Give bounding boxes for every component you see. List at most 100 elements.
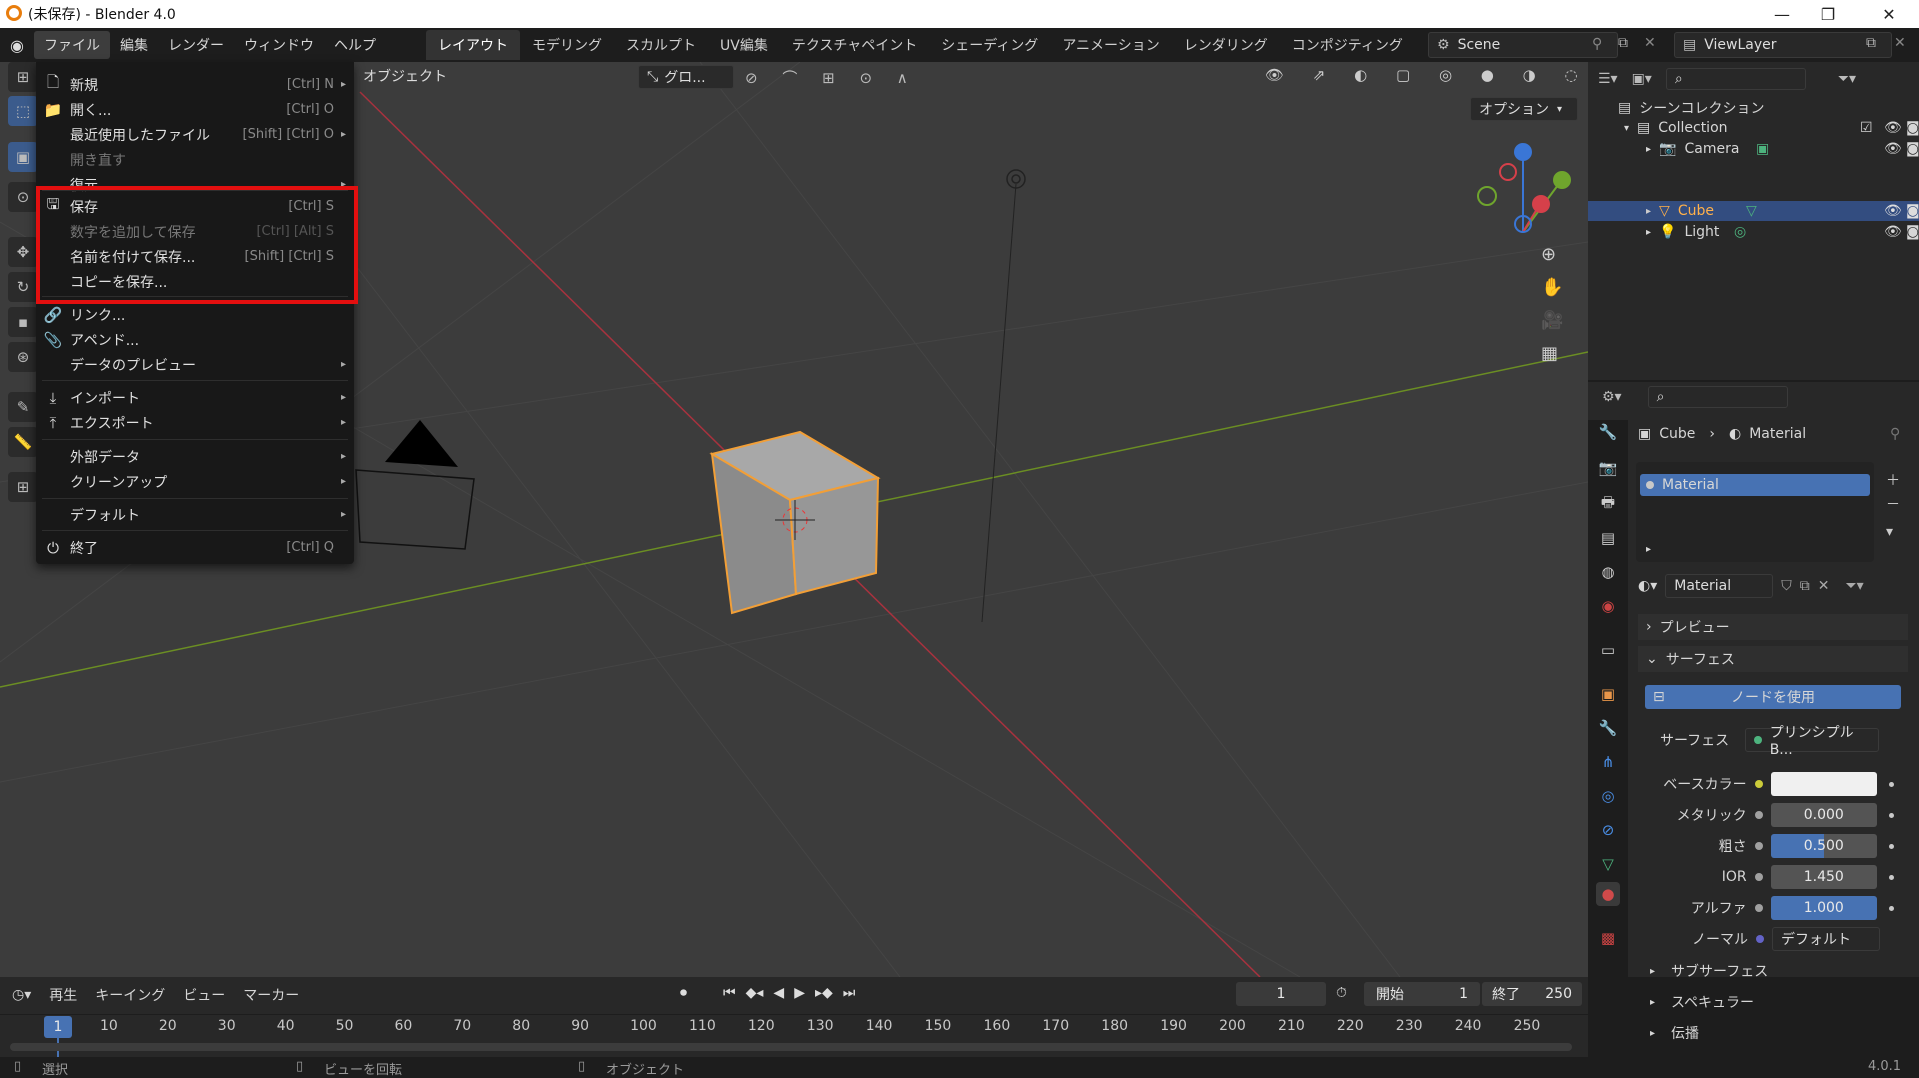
menu-item-data-preview[interactable]: データのプレビュー ▸ bbox=[36, 352, 354, 377]
zoom-icon[interactable]: ⊕ bbox=[1541, 244, 1563, 265]
duplicate-material-icon[interactable]: ⧉ bbox=[1800, 578, 1810, 594]
menu-edit[interactable]: 編集 bbox=[110, 31, 158, 59]
pin-icon[interactable]: ⚲ bbox=[1592, 36, 1602, 52]
render-camera-icon[interactable]: ◙ bbox=[1906, 224, 1919, 240]
render-camera-icon[interactable]: ◙ bbox=[1906, 120, 1919, 136]
menu-window[interactable]: ウィンドウ bbox=[234, 31, 324, 59]
menu-file[interactable]: ファイル bbox=[34, 31, 110, 59]
expand-arrow-icon[interactable]: ▸ bbox=[1646, 544, 1651, 555]
minimize-button[interactable]: — bbox=[1759, 0, 1805, 28]
texture-tab-icon[interactable]: ▩ bbox=[1596, 926, 1620, 950]
tab-texture-paint[interactable]: テクスチャペイント bbox=[780, 30, 929, 60]
rotate-icon[interactable]: ↻ bbox=[8, 272, 38, 302]
tab-modeling[interactable]: モデリング bbox=[520, 30, 614, 60]
tab-compositing[interactable]: コンポジティング bbox=[1280, 30, 1415, 60]
viewport-overlay-buttons[interactable]: 👁 ⇗ ◐ ▢ ◎ ● ◑ ◌ bbox=[1265, 66, 1590, 84]
tree-item-camera[interactable]: ▸ 📷 Camera ▣ 👁 ◙ bbox=[1646, 139, 1919, 159]
tree-item-cube[interactable]: ▸ ▽ Cube ▽ 👁 ◙ bbox=[1646, 201, 1919, 221]
keyframe-dot[interactable] bbox=[1889, 843, 1894, 849]
eye-icon[interactable]: 👁 bbox=[1884, 224, 1902, 240]
delete-viewlayer-icon[interactable]: ✕ bbox=[1894, 35, 1906, 51]
object-tab-icon[interactable]: ▣ bbox=[1596, 682, 1620, 706]
menu-item-external-data[interactable]: 外部データ ▸ bbox=[36, 444, 354, 469]
properties-search[interactable]: ⌕ bbox=[1647, 386, 1788, 408]
tree-scene-collection[interactable]: ▤ シーンコレクション bbox=[1618, 98, 1765, 118]
menu-item-import[interactable]: ⤓ インポート ▸ bbox=[36, 385, 354, 410]
prev-keyframe-icon[interactable]: ◆◂ bbox=[746, 985, 764, 1001]
constraints-tab-icon[interactable]: ⊘ bbox=[1596, 818, 1620, 842]
filter-view-icon[interactable]: ▣▾ bbox=[1632, 71, 1652, 87]
node-filter-icon[interactable]: ⏷▾ bbox=[1845, 578, 1863, 594]
keyframe-dot[interactable] bbox=[1889, 874, 1894, 880]
particles-tab-icon[interactable]: ⋔ bbox=[1596, 750, 1620, 774]
fake-user-icon[interactable]: ⛉ bbox=[1781, 578, 1792, 594]
use-nodes-button[interactable]: ⊟ ノードを使用 bbox=[1645, 685, 1901, 709]
base-color-swatch[interactable] bbox=[1770, 772, 1878, 796]
camera-view-icon[interactable]: 🎥 bbox=[1541, 310, 1563, 331]
menu-item-link[interactable]: 🔗 リンク... bbox=[36, 302, 354, 327]
pan-hand-icon[interactable]: ✋ bbox=[1541, 277, 1563, 298]
record-icon[interactable]: ⏺ bbox=[680, 985, 687, 1001]
alpha-field[interactable]: 1.000 bbox=[1770, 896, 1878, 920]
tweak-icon[interactable]: ▣ bbox=[8, 142, 38, 172]
keyframe-dot[interactable] bbox=[1889, 812, 1894, 818]
annotate-icon[interactable]: ✎ bbox=[8, 392, 38, 422]
material-tab-icon[interactable]: ● bbox=[1596, 882, 1620, 906]
menu-help[interactable]: ヘルプ bbox=[324, 31, 386, 59]
scale-icon[interactable]: ▪ bbox=[8, 307, 38, 337]
menu-item-recent[interactable]: 最近使用したファイル [Shift] [Ctrl] O ▸ bbox=[36, 122, 354, 147]
transmission-panel[interactable]: ▸ 伝播 bbox=[1650, 1023, 1699, 1043]
surface-panel-header[interactable]: ⌄ サーフェス bbox=[1638, 646, 1908, 672]
stopwatch-icon[interactable]: ⏱ bbox=[1336, 985, 1347, 1001]
menu-item-open[interactable]: 📁 開く... [Ctrl] O bbox=[36, 97, 354, 122]
tab-uv-edit[interactable]: UV編集 bbox=[708, 30, 780, 60]
render-tab-icon[interactable]: 📷 bbox=[1596, 456, 1620, 480]
tab-animation[interactable]: アニメーション bbox=[1050, 30, 1171, 60]
roughness-field[interactable]: 0.500 bbox=[1770, 834, 1878, 858]
scene-selector[interactable]: ⚙ Scene bbox=[1428, 32, 1618, 58]
view-menu[interactable]: ビュー bbox=[183, 985, 225, 1005]
view-layer-tab-icon[interactable]: ▤ bbox=[1596, 526, 1620, 550]
physics-tab-icon[interactable]: ◎ bbox=[1596, 784, 1620, 808]
tab-rendering[interactable]: レンダリング bbox=[1172, 30, 1280, 60]
add-slot-icon[interactable]: ＋ bbox=[1886, 470, 1900, 490]
timeline-scrollbar[interactable] bbox=[10, 1043, 1572, 1051]
new-viewlayer-icon[interactable]: ⧉ bbox=[1866, 35, 1876, 51]
data-tab-icon[interactable]: ▽ bbox=[1596, 852, 1620, 876]
collection-tab-icon[interactable]: ▭ bbox=[1596, 638, 1620, 662]
marker-menu[interactable]: マーカー bbox=[243, 985, 299, 1005]
new-scene-icon[interactable]: ⧉ bbox=[1618, 35, 1628, 51]
specular-panel[interactable]: ▸ スペキュラー bbox=[1650, 992, 1754, 1012]
subsurface-panel[interactable]: ▸ サブサーフェス bbox=[1650, 961, 1768, 981]
keying-menu[interactable]: キーイング bbox=[95, 985, 165, 1005]
material-browse-icon[interactable]: ◐▾ bbox=[1638, 578, 1657, 594]
object-menu[interactable]: オブジェクト bbox=[363, 66, 447, 86]
metallic-field[interactable]: 0.000 bbox=[1770, 803, 1878, 827]
next-keyframe-icon[interactable]: ▸◆ bbox=[815, 985, 833, 1001]
tree-collection[interactable]: ▾ ▤ Collection ☑ 👁 ◙ bbox=[1624, 118, 1919, 138]
viewlayer-selector[interactable]: ▤ ViewLayer bbox=[1674, 32, 1892, 58]
tree-item-light[interactable]: ▸ 💡 Light ◎ 👁 ◙ bbox=[1646, 222, 1919, 242]
eye-icon[interactable]: 👁 bbox=[1884, 120, 1902, 136]
normal-field[interactable]: デフォルト bbox=[1772, 927, 1880, 951]
measure-icon[interactable]: 📏 bbox=[8, 427, 38, 457]
keyframe-dot[interactable] bbox=[1889, 905, 1894, 911]
start-frame-field[interactable]: 開始 1 bbox=[1364, 982, 1480, 1006]
snapping-tools[interactable]: ⊘ ⌒ ⊞ ⊙ ∧ bbox=[745, 67, 918, 88]
ior-field[interactable]: 1.450 bbox=[1770, 865, 1878, 889]
menu-item-export[interactable]: ⤒ エクスポート ▸ bbox=[36, 410, 354, 435]
menu-item-new[interactable]: 🗋 新規 [Ctrl] N ▸ bbox=[36, 72, 354, 97]
menu-render[interactable]: レンダー bbox=[158, 31, 234, 59]
jump-start-icon[interactable]: ⏮ bbox=[723, 985, 736, 1001]
options-dropdown[interactable]: オプション ▾ bbox=[1470, 97, 1578, 121]
tab-sculpt[interactable]: スカルプト bbox=[614, 30, 708, 60]
tab-shading[interactable]: シェーディング bbox=[929, 30, 1050, 60]
delete-scene-icon[interactable]: ✕ bbox=[1644, 35, 1656, 51]
close-button[interactable]: ✕ bbox=[1866, 0, 1912, 28]
grid-perspective-icon[interactable]: ▦ bbox=[1541, 343, 1563, 364]
menu-item-quit[interactable]: ⏻ 終了 [Ctrl] Q bbox=[36, 535, 354, 560]
modifier-tab-icon[interactable]: 🔧 bbox=[1596, 716, 1620, 740]
menu-item-defaults[interactable]: デフォルト ▸ bbox=[36, 502, 354, 527]
eye-icon[interactable]: 👁 bbox=[1884, 203, 1902, 219]
checkbox-icon[interactable]: ☑ bbox=[1860, 120, 1873, 136]
